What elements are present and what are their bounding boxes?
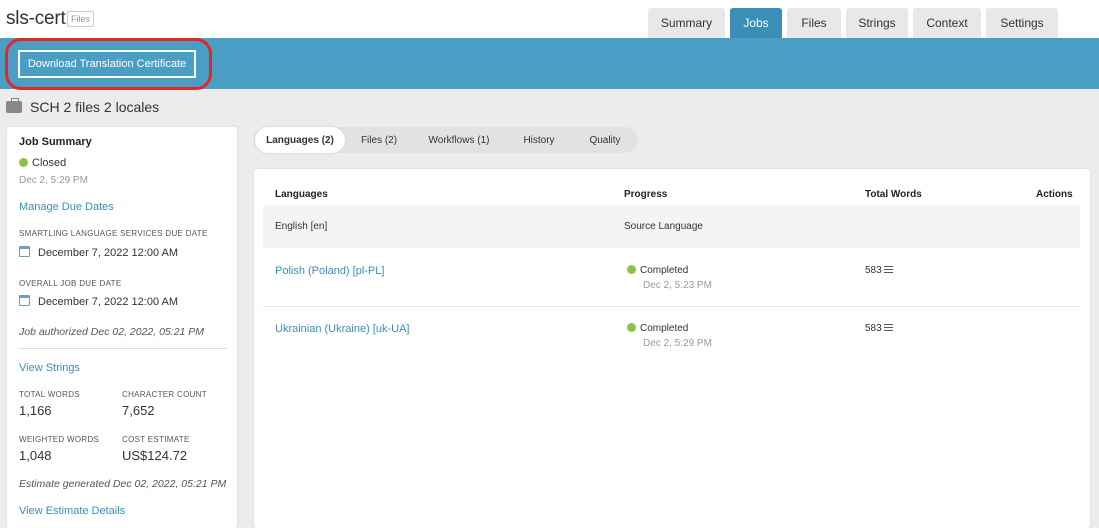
tab-files[interactable]: Files	[787, 8, 841, 38]
view-estimate-details-link[interactable]: View Estimate Details	[19, 505, 125, 517]
languages-table: Languages Progress Total Words Actions E…	[254, 169, 1090, 528]
tab-quality[interactable]: Quality	[572, 127, 638, 153]
check-circle-icon	[627, 323, 636, 332]
tab-jobs[interactable]: Jobs	[730, 8, 782, 38]
tab-files-sub[interactable]: Files (2)	[347, 127, 411, 153]
job-title: SCH 2 files 2 locales	[6, 98, 160, 115]
weighted-words-label: WEIGHTED WORDS	[19, 435, 100, 444]
manage-due-dates-link[interactable]: Manage Due Dates	[19, 201, 114, 213]
sls-due-date: December 7, 2022 12:00 AM	[19, 246, 178, 259]
tab-languages[interactable]: Languages (2)	[255, 127, 345, 153]
top-header: sls-cert Files Summary Jobs Files String…	[0, 0, 1099, 38]
overall-due-value: December 7, 2022 12:00 AM	[38, 296, 179, 308]
col-total-words: Total Words	[865, 189, 922, 200]
progress-date: Dec 2, 5:29 PM	[643, 338, 712, 349]
language-link-uk-ua[interactable]: Ukrainian (Ukraine) [uk-UA]	[275, 323, 409, 335]
briefcase-icon	[6, 98, 22, 113]
job-summary-card: Job Summary Closed Dec 2, 5:29 PM Manage…	[7, 127, 237, 528]
row-divider	[263, 306, 1080, 307]
tab-history[interactable]: History	[508, 127, 570, 153]
tab-workflows[interactable]: Workflows (1)	[414, 127, 504, 153]
tab-context[interactable]: Context	[913, 8, 981, 38]
sls-due-label: SMARTLING LANGUAGE SERVICES DUE DATE	[19, 229, 208, 238]
total-words: 583	[865, 323, 893, 334]
divider	[19, 348, 227, 349]
progress-status-text: Completed	[640, 323, 689, 334]
check-circle-icon	[19, 158, 28, 167]
sls-due-value: December 7, 2022 12:00 AM	[38, 247, 179, 259]
overall-due-date: December 7, 2022 12:00 AM	[19, 295, 178, 308]
total-words-label: TOTAL WORDS	[19, 390, 80, 399]
tab-summary[interactable]: Summary	[648, 8, 725, 38]
calendar-icon	[19, 246, 30, 257]
total-words: 583	[865, 265, 893, 276]
word-list-icon[interactable]	[883, 266, 893, 273]
status: Closed	[19, 157, 66, 169]
source-language-label: Source Language	[624, 221, 703, 232]
character-count-value: 7,652	[122, 403, 155, 418]
files-badge[interactable]: Files	[67, 11, 95, 27]
cost-estimate-label: COST ESTIMATE	[122, 435, 190, 444]
status-date: Dec 2, 5:29 PM	[19, 175, 88, 186]
word-list-icon[interactable]	[883, 324, 893, 331]
col-progress: Progress	[624, 189, 668, 200]
weighted-words-value: 1,048	[19, 448, 52, 463]
check-circle-icon	[627, 265, 636, 274]
progress-status: Completed	[627, 265, 688, 276]
language-link-pl-pl[interactable]: Polish (Poland) [pl-PL]	[275, 265, 384, 277]
job-authorized-text: Job authorized Dec 02, 2022, 05:21 PM	[19, 326, 205, 338]
character-count-label: CHARACTER COUNT	[122, 390, 207, 399]
overall-due-label: OVERALL JOB DUE DATE	[19, 279, 122, 288]
job-summary-heading: Job Summary	[19, 136, 92, 148]
progress-date: Dec 2, 5:23 PM	[643, 280, 712, 291]
status-text: Closed	[32, 157, 67, 169]
highlight-annotation	[5, 38, 212, 90]
calendar-icon	[19, 295, 30, 306]
progress-status-text: Completed	[640, 265, 689, 276]
job-title-text: SCH 2 files 2 locales	[30, 99, 160, 115]
total-words-value: 583	[865, 323, 882, 334]
project-title: sls-cert	[6, 8, 66, 29]
total-words-value: 1,166	[19, 403, 52, 418]
view-strings-link[interactable]: View Strings	[19, 362, 80, 374]
cost-estimate-value: US$124.72	[122, 448, 188, 463]
sub-tabs: Languages (2) Files (2) Workflows (1) Hi…	[254, 127, 638, 153]
col-actions: Actions	[1036, 189, 1073, 200]
tab-strings[interactable]: Strings	[846, 8, 908, 38]
top-tabs: Summary Jobs Files Strings Context Setti…	[648, 8, 1058, 38]
estimate-generated-text: Estimate generated Dec 02, 2022, 05:21 P…	[19, 478, 227, 490]
total-words-value: 583	[865, 265, 882, 276]
tab-settings[interactable]: Settings	[986, 8, 1058, 38]
source-language: English [en]	[275, 221, 328, 232]
progress-status: Completed	[627, 323, 688, 334]
col-languages: Languages	[275, 189, 328, 200]
